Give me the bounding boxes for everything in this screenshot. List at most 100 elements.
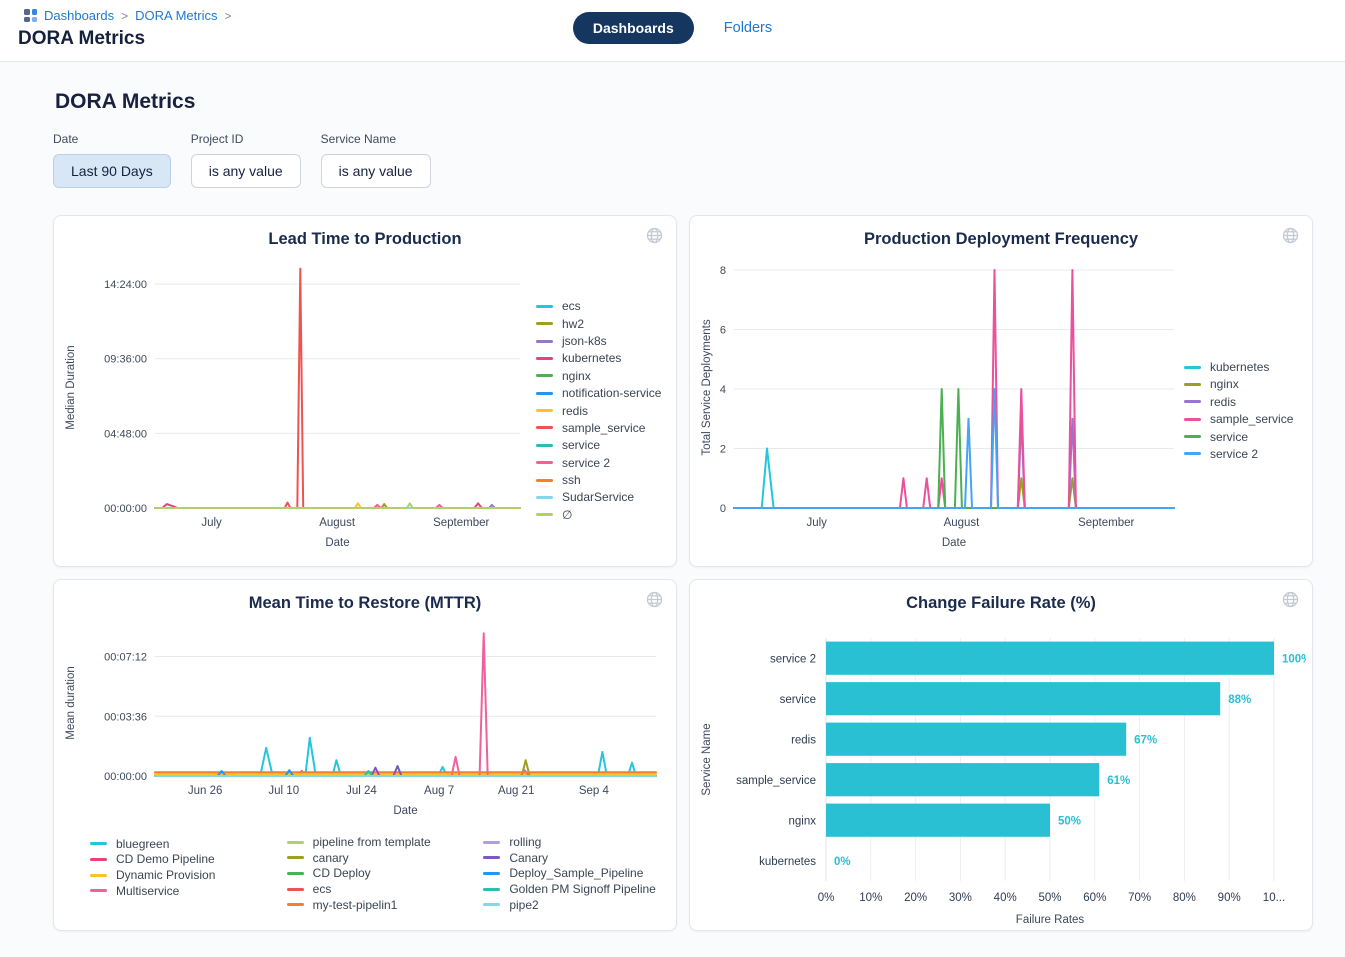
legend-label: pipeline from template [313, 835, 431, 849]
filter-bar: Date Last 90 Days Project ID is any valu… [53, 132, 1313, 188]
chart-title-deployment-frequency: Production Deployment Frequency [696, 216, 1306, 256]
globe-icon[interactable] [646, 227, 663, 249]
legend-item[interactable]: Canary [483, 851, 666, 865]
legend-item[interactable]: service 2 [1184, 447, 1293, 461]
bar-value-label: 61% [1107, 775, 1130, 787]
series-line [155, 503, 520, 508]
legend-item[interactable]: pipe2 [483, 898, 666, 912]
x-tick-label: 40% [994, 892, 1017, 904]
legend-item[interactable]: notification-service [536, 386, 661, 400]
legend-swatch [536, 444, 553, 447]
legend-item[interactable]: my-test-pipelin1 [287, 898, 470, 912]
legend-item[interactable]: json-k8s [536, 334, 661, 348]
y-axis-title: Total Service Deployments [701, 319, 713, 455]
bar[interactable] [826, 804, 1050, 837]
legend-item[interactable]: sample_service [536, 421, 661, 435]
bar-value-label: 100% [1282, 653, 1306, 665]
legend-label: SudarService [562, 490, 634, 504]
x-tick-label: September [433, 517, 489, 529]
bar[interactable] [826, 682, 1220, 715]
card-lead-time: Lead Time to Production 00:00:0004:48:00… [53, 215, 677, 567]
filter-project-id-value-button[interactable]: is any value [191, 154, 301, 188]
legend-item[interactable]: redis [1184, 395, 1293, 409]
bar[interactable] [826, 763, 1099, 796]
legend-item[interactable]: SudarService [536, 490, 661, 504]
legend-item[interactable]: hw2 [536, 317, 661, 331]
legend-item[interactable]: pipeline from template [287, 835, 470, 849]
legend-item[interactable]: CD Demo Pipeline [90, 852, 273, 866]
legend-label: nginx [1210, 377, 1239, 391]
legend-item[interactable]: canary [287, 851, 470, 865]
x-tick-label: Jul 24 [346, 785, 377, 797]
chart-title-change-failure-rate: Change Failure Rate (%) [696, 580, 1306, 620]
legend-item[interactable]: kubernetes [1184, 360, 1293, 374]
filter-date-value-button[interactable]: Last 90 Days [53, 154, 171, 188]
legend-swatch [536, 426, 553, 429]
tab-dashboards[interactable]: Dashboards [573, 12, 694, 44]
legend-item[interactable]: nginx [536, 369, 661, 383]
filter-date: Date Last 90 Days [53, 132, 171, 188]
legend-item[interactable]: service [1184, 430, 1293, 444]
series-line [734, 419, 1174, 508]
legend-swatch [536, 409, 553, 412]
legend-swatch [287, 872, 304, 875]
legend-item[interactable]: Golden PM Signoff Pipeline [483, 882, 666, 896]
legend-label: json-k8s [562, 334, 607, 348]
bar[interactable] [826, 642, 1274, 675]
series-line [155, 269, 520, 508]
legend-swatch [1184, 418, 1201, 421]
legend-swatch [536, 322, 553, 325]
legend-item[interactable]: service 2 [536, 456, 661, 470]
globe-icon[interactable] [646, 591, 663, 613]
tab-folders[interactable]: Folders [724, 20, 772, 36]
legend-item[interactable]: ecs [287, 882, 470, 896]
x-tick-label: 50% [1038, 892, 1061, 904]
legend-label: bluegreen [116, 837, 169, 851]
legend-item[interactable]: ecs [536, 299, 661, 313]
legend-swatch [287, 903, 304, 906]
dashboard-title: DORA Metrics [55, 90, 1313, 114]
y-tick-label: 2 [720, 443, 726, 455]
filter-project-id-label: Project ID [191, 132, 301, 146]
legend-swatch [287, 841, 304, 844]
x-tick-label: Jul 10 [268, 785, 299, 797]
legend-swatch [536, 496, 553, 499]
legend-item[interactable]: kubernetes [536, 351, 661, 365]
legend-label: hw2 [562, 317, 584, 331]
legend-label: redis [1210, 395, 1236, 409]
legend-item[interactable]: Deploy_Sample_Pipeline [483, 866, 666, 880]
y-tick-label: 04:48:00 [104, 428, 147, 440]
legend-item[interactable]: ∅ [536, 508, 661, 522]
legend-item[interactable]: rolling [483, 835, 666, 849]
x-tick-label: Aug 21 [498, 785, 534, 797]
legend-label: CD Deploy [313, 866, 371, 880]
legend-item[interactable]: Multiservice [90, 884, 273, 898]
legend-item[interactable]: nginx [1184, 377, 1293, 391]
y-tick-label: 00:00:00 [104, 771, 147, 783]
legend-item[interactable]: service [536, 438, 661, 452]
filter-service-name-label: Service Name [321, 132, 431, 146]
legend-item[interactable]: redis [536, 404, 661, 418]
legend-item[interactable]: Dynamic Provision [90, 868, 273, 882]
line-chart-svg: 02468JulyAugustSeptemberDateTotal Servic… [696, 258, 1178, 558]
x-tick-label: August [319, 517, 356, 529]
legend-swatch [536, 305, 553, 308]
category-label: nginx [789, 815, 817, 827]
bar[interactable] [826, 723, 1126, 756]
lead-time-legend: ecs hw2 json-k8s kubernetes nginx notificatio… [536, 298, 661, 524]
filter-date-label: Date [53, 132, 171, 146]
globe-icon[interactable] [1282, 591, 1299, 613]
bar-value-label: 0% [834, 856, 851, 868]
deployment-frequency-chart: 02468JulyAugustSeptemberDateTotal Servic… [696, 258, 1178, 563]
legend-item[interactable]: CD Deploy [287, 866, 470, 880]
card-change-failure-rate: Change Failure Rate (%) 0%10%20%30%40%50… [689, 579, 1313, 931]
category-label: kubernetes [759, 856, 816, 868]
legend-item[interactable]: bluegreen [90, 837, 273, 851]
filter-service-name-value-button[interactable]: is any value [321, 154, 431, 188]
globe-icon[interactable] [1282, 227, 1299, 249]
y-tick-label: 4 [720, 384, 726, 396]
legend-swatch [483, 872, 500, 875]
legend-item[interactable]: sample_service [1184, 412, 1293, 426]
legend-item[interactable]: ssh [536, 473, 661, 487]
y-tick-label: 00:03:36 [104, 711, 147, 723]
